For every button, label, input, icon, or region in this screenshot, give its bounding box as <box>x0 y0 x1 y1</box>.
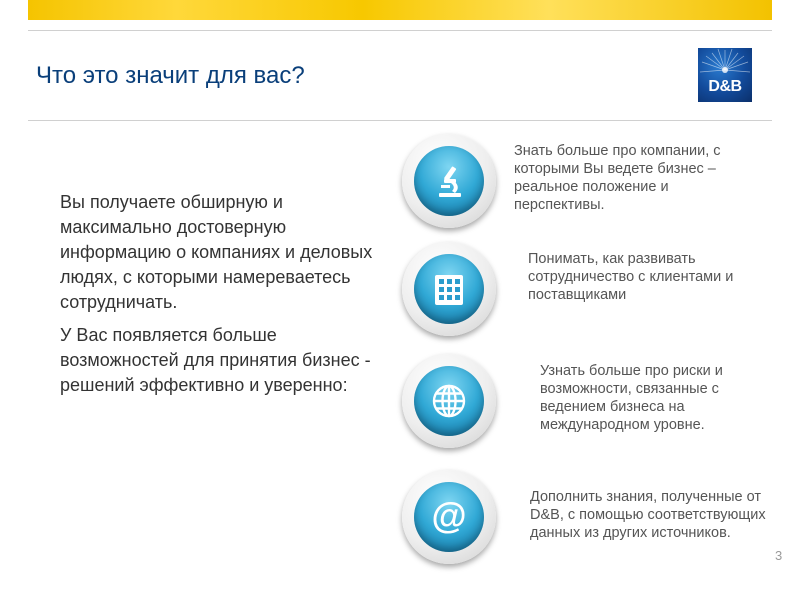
slide-title: Что это значит для вас? <box>36 62 305 89</box>
point-1-text: Знать больше про компании, с которыми Вы… <box>514 143 721 213</box>
at-sign-icon: @ <box>431 495 466 536</box>
top-divider <box>28 30 772 31</box>
microscope-disc <box>402 134 496 228</box>
top-decorative-band <box>28 0 772 20</box>
page-number: 3 <box>775 548 783 563</box>
intro-paragraph-1: Вы получаете обширную и максимально дост… <box>60 192 373 312</box>
intro-paragraph-2: У Вас появляется больше возможностей для… <box>60 325 371 395</box>
svg-text:@: @ <box>431 495 466 536</box>
point-4-text: Дополнить знания, полученные от D&B, с п… <box>530 489 766 541</box>
at-sign-disc: @ <box>402 470 496 564</box>
logo-text: D&B <box>708 78 742 95</box>
building-icon <box>435 275 463 305</box>
globe-icon <box>432 384 466 418</box>
microscope-icon <box>439 166 461 197</box>
building-disc <box>402 242 496 336</box>
globe-disc <box>402 354 496 448</box>
point-2-text: Понимать, как развивать сотрудничество с… <box>528 251 734 303</box>
header-divider <box>28 120 772 121</box>
dnb-logo: D&B <box>698 48 752 102</box>
point-3-text: Узнать больше про риски и возможности, с… <box>540 363 723 433</box>
intro-text-block: Вы получаете обширную и максимально дост… <box>60 190 390 406</box>
